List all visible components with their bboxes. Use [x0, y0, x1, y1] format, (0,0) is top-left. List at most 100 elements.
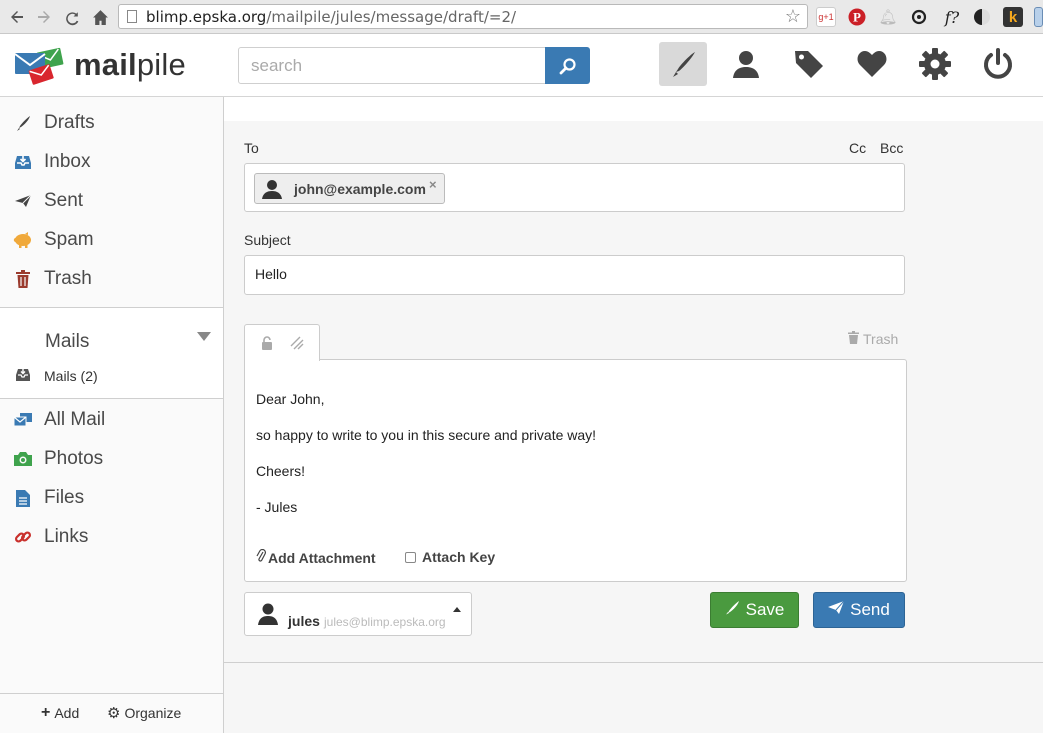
search-button[interactable] [545, 47, 590, 84]
inbox-icon [13, 152, 33, 172]
compose-icon[interactable] [659, 42, 707, 86]
sidebar: Drafts Inbox Sent Spam Trash Mails Mails… [0, 97, 224, 733]
link-icon [13, 527, 33, 547]
cc-link[interactable]: Cc [849, 140, 866, 156]
save-button[interactable]: Save [710, 592, 799, 628]
body-line: Dear John, [256, 391, 325, 407]
add-attachment-button[interactable]: Add Attachment [256, 548, 376, 566]
main-footer-area [224, 662, 1043, 733]
reload-icon[interactable] [61, 6, 83, 28]
mailpile-wordmark[interactable]: mailpile [74, 47, 186, 83]
tag-mails[interactable]: Mails (2) [44, 368, 98, 384]
pencil-icon [13, 113, 33, 133]
mails-icon [13, 410, 33, 430]
attach-key-option[interactable]: Attach Key [405, 549, 495, 565]
page-icon [127, 10, 137, 23]
sidebar-item-label: Photos [44, 448, 104, 469]
back-icon[interactable] [6, 6, 28, 28]
sidebar-item-links[interactable]: Links [0, 519, 223, 555]
address-bar[interactable]: blimp.epska.org/mailpile/jules/message/d… [118, 4, 808, 29]
body-line: so happy to write to you in this secure … [256, 427, 597, 443]
contacts-icon[interactable] [722, 42, 770, 86]
contact-icon [261, 179, 283, 204]
add-button[interactable]: + Add [41, 704, 79, 722]
pinterest-extension[interactable]: P [847, 7, 867, 27]
signature-icon[interactable] [290, 336, 304, 355]
sidebar-item-label: Inbox [44, 151, 91, 172]
paper-plane-icon [13, 191, 33, 211]
remove-recipient-icon[interactable]: × [429, 177, 437, 192]
logout-icon[interactable] [974, 42, 1022, 86]
subject-value: Hello [255, 266, 287, 282]
sidebar-item-label: All Mail [44, 409, 106, 430]
sidebar-item-label: Spam [44, 229, 94, 250]
extension-overflow[interactable] [1034, 7, 1043, 27]
recipient-email: john@example.com [294, 181, 426, 197]
unlock-icon[interactable] [261, 336, 273, 355]
search-icon [559, 57, 576, 74]
sidebar-item-label: Drafts [44, 112, 95, 133]
sidebar-item-spam[interactable]: Spam [0, 222, 223, 258]
url-text: blimp.epska.org/mailpile/jules/message/d… [146, 8, 517, 26]
paperclip-icon [256, 548, 266, 566]
sender-name: jules [288, 613, 320, 629]
caret-up-icon[interactable] [453, 607, 461, 612]
compose-panel: To Cc Bcc john@example.com × Subject Hel… [224, 121, 1043, 662]
tags-icon[interactable] [785, 42, 833, 86]
sidebar-item-trash[interactable]: Trash [0, 261, 223, 297]
favorites-icon[interactable] [848, 42, 896, 86]
home-icon[interactable] [89, 6, 111, 28]
discard-draft-link[interactable]: Trash [848, 331, 898, 347]
pencil-icon [725, 600, 740, 620]
sync-extension[interactable] [909, 7, 929, 27]
send-button[interactable]: Send [813, 592, 905, 628]
subject-field[interactable]: Hello [244, 255, 905, 295]
forward-icon[interactable] [33, 6, 55, 28]
bcc-link[interactable]: Bcc [880, 140, 903, 156]
message-body-editor[interactable]: Dear John, so happy to write to you in t… [244, 359, 907, 582]
app-header: mailpile [0, 35, 1043, 97]
main-top-strip [224, 97, 1043, 121]
trash-icon [13, 269, 33, 289]
camera-icon [13, 449, 33, 469]
settings-icon[interactable] [911, 42, 959, 86]
organize-button[interactable]: ⚙ Organize [107, 704, 181, 722]
sidebar-item-label: Sent [44, 190, 84, 211]
sidebar-item-inbox[interactable]: Inbox [0, 144, 223, 180]
svg-text:P: P [853, 10, 861, 25]
browser-toolbar: blimp.epska.org/mailpile/jules/message/d… [0, 0, 1043, 34]
font-extension[interactable]: f? [940, 7, 964, 27]
notification-extension[interactable]: 🔔︎ [878, 7, 898, 27]
sender-address: jules@blimp.epska.org [324, 615, 446, 629]
star-icon[interactable]: ☆ [785, 6, 801, 27]
sender-avatar-icon [257, 603, 279, 630]
recipient-chip[interactable]: john@example.com × [254, 173, 445, 204]
to-field[interactable]: john@example.com × [244, 163, 905, 212]
k-extension[interactable]: k [1003, 7, 1023, 27]
inbox-tray-icon [15, 367, 31, 387]
collapse-caret-icon[interactable] [197, 332, 211, 341]
sidebar-item-sent[interactable]: Sent [0, 183, 223, 219]
sidebar-item-label: Trash [44, 268, 92, 289]
tags-section [0, 308, 223, 398]
from-selector[interactable]: jules jules@blimp.epska.org [244, 592, 472, 636]
gear-icon: ⚙ [107, 705, 121, 722]
sidebar-item-label: Links [44, 526, 89, 547]
sidebar-item-label: Files [44, 487, 85, 508]
sidebar-item-photos[interactable]: Photos [0, 441, 223, 477]
contrast-extension[interactable] [972, 7, 992, 27]
attach-key-checkbox[interactable] [405, 551, 416, 563]
pig-icon [13, 230, 33, 250]
trash-icon [848, 331, 859, 347]
sidebar-footer: + Add ⚙ Organize [0, 693, 223, 733]
google-plus-extension[interactable]: g+1 [816, 7, 836, 27]
body-line: - Jules [256, 499, 298, 515]
tags-heading[interactable]: Mails [45, 331, 89, 353]
editor-options-tab[interactable] [244, 324, 320, 361]
search-input[interactable] [238, 47, 546, 84]
body-line: Cheers! [256, 463, 306, 479]
mailpile-logo-icon[interactable] [14, 47, 66, 85]
sidebar-item-all-mail[interactable]: All Mail [0, 402, 223, 438]
sidebar-item-drafts[interactable]: Drafts [0, 105, 223, 141]
sidebar-item-files[interactable]: Files [0, 480, 223, 516]
